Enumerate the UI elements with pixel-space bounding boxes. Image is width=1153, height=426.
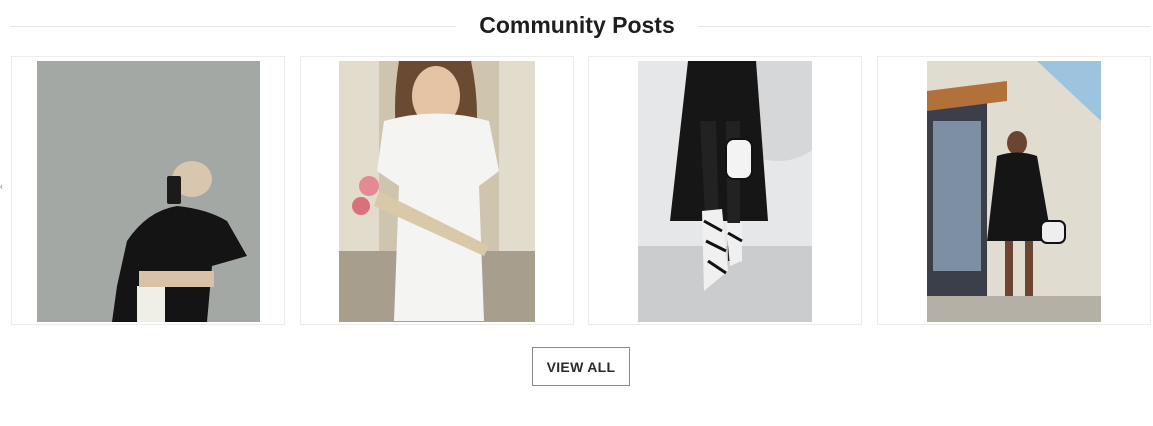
heading-row: Community Posts — [10, 8, 1151, 42]
community-post-photo — [37, 61, 260, 322]
section-title: Community Posts — [479, 12, 675, 38]
view-all-button[interactable]: VIEW ALL — [532, 347, 630, 386]
community-post-card[interactable] — [300, 56, 574, 325]
community-post-card[interactable] — [11, 56, 285, 325]
heading-rule-right — [698, 26, 1151, 27]
community-post-photo — [339, 61, 535, 322]
community-post-photo — [638, 61, 812, 322]
community-post-card[interactable] — [588, 56, 862, 325]
community-post-photo — [927, 61, 1101, 322]
community-post-card[interactable] — [877, 56, 1151, 325]
heading-rule-left — [10, 26, 456, 27]
carousel-prev-arrow-icon[interactable]: ‹ — [0, 183, 4, 191]
